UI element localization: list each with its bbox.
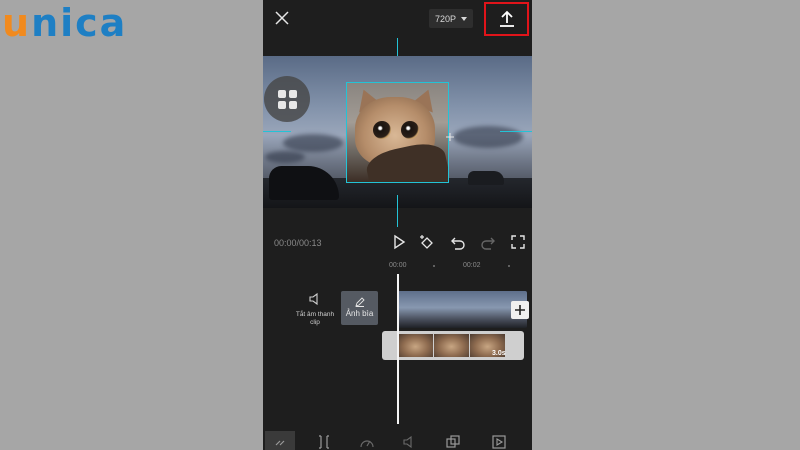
plus-icon [515, 305, 525, 315]
logo-text: nica [31, 1, 128, 45]
add-clip-button[interactable] [511, 301, 529, 319]
split-button[interactable] [316, 434, 332, 450]
phone-screen: 720P 00:00/00:13 00:00 00:02 Tắt âm than… [263, 0, 532, 450]
cover-label: Ảnh bìa [345, 309, 374, 318]
clip-thumbnail [434, 334, 469, 357]
playhead[interactable] [397, 274, 399, 424]
main-video-track[interactable] [397, 291, 527, 328]
overlay-clip-cat[interactable] [346, 82, 449, 183]
play-button[interactable] [391, 234, 407, 250]
horizontal-guide-left [263, 131, 291, 132]
collapse-icon [275, 440, 285, 446]
keyframe-button[interactable] [419, 234, 435, 250]
keyframe-icon [420, 235, 433, 249]
rotate-handle-icon [446, 133, 454, 141]
upload-icon [499, 10, 514, 27]
undo-button[interactable] [450, 234, 466, 250]
time-display: 00:00/00:13 [274, 238, 322, 248]
top-bar: 720P [263, 0, 532, 38]
collapse-button[interactable] [273, 434, 289, 450]
overlay-icon [446, 435, 460, 448]
vertical-guide-bottom [397, 195, 398, 227]
speed-icon [360, 440, 374, 448]
time-ruler: 00:00 00:02 [263, 260, 532, 274]
horizontal-guide-right [500, 131, 532, 132]
redo-button[interactable] [480, 234, 496, 250]
chevron-down-icon [461, 16, 468, 21]
grid-icon [277, 89, 297, 109]
clip-duration: 3.0s [492, 350, 506, 357]
playback-controls: 00:00/00:13 [263, 232, 532, 254]
mute-clip-label: Tắt âm thanh clip [295, 311, 335, 327]
pencil-icon [354, 297, 365, 307]
ruler-mark: 00:00 [389, 262, 407, 269]
speed-button[interactable] [359, 434, 375, 450]
ruler-mark: 00:02 [463, 262, 481, 269]
animation-button[interactable] [491, 434, 507, 450]
speaker-mute-icon [309, 292, 318, 306]
export-button[interactable] [484, 2, 529, 36]
redo-icon [481, 237, 495, 250]
fullscreen-icon [511, 235, 525, 249]
cover-button[interactable]: Ảnh bìa [341, 291, 378, 325]
unica-logo: u nica [2, 2, 127, 42]
close-button[interactable] [273, 9, 291, 27]
overlay-button[interactable] [445, 434, 461, 450]
volume-button[interactable] [402, 434, 418, 450]
split-icon [319, 435, 329, 449]
overlay-track[interactable]: 3.0s [382, 331, 524, 360]
resolution-label: 720P [434, 13, 457, 24]
rotate-handle[interactable] [446, 128, 454, 141]
fullscreen-button[interactable] [510, 234, 526, 250]
undo-icon [451, 237, 465, 250]
clip-thumbnail [398, 334, 433, 357]
volume-icon [403, 435, 412, 449]
logo-letter-u: u [2, 1, 32, 45]
resolution-dropdown[interactable]: 720P [429, 9, 473, 28]
play-icon [394, 234, 406, 250]
animation-icon [492, 435, 506, 449]
bottom-toolbar [263, 428, 532, 450]
close-icon [275, 11, 289, 25]
mute-clip-button[interactable]: Tắt âm thanh clip [293, 292, 337, 328]
layout-grid-button[interactable] [264, 76, 310, 122]
